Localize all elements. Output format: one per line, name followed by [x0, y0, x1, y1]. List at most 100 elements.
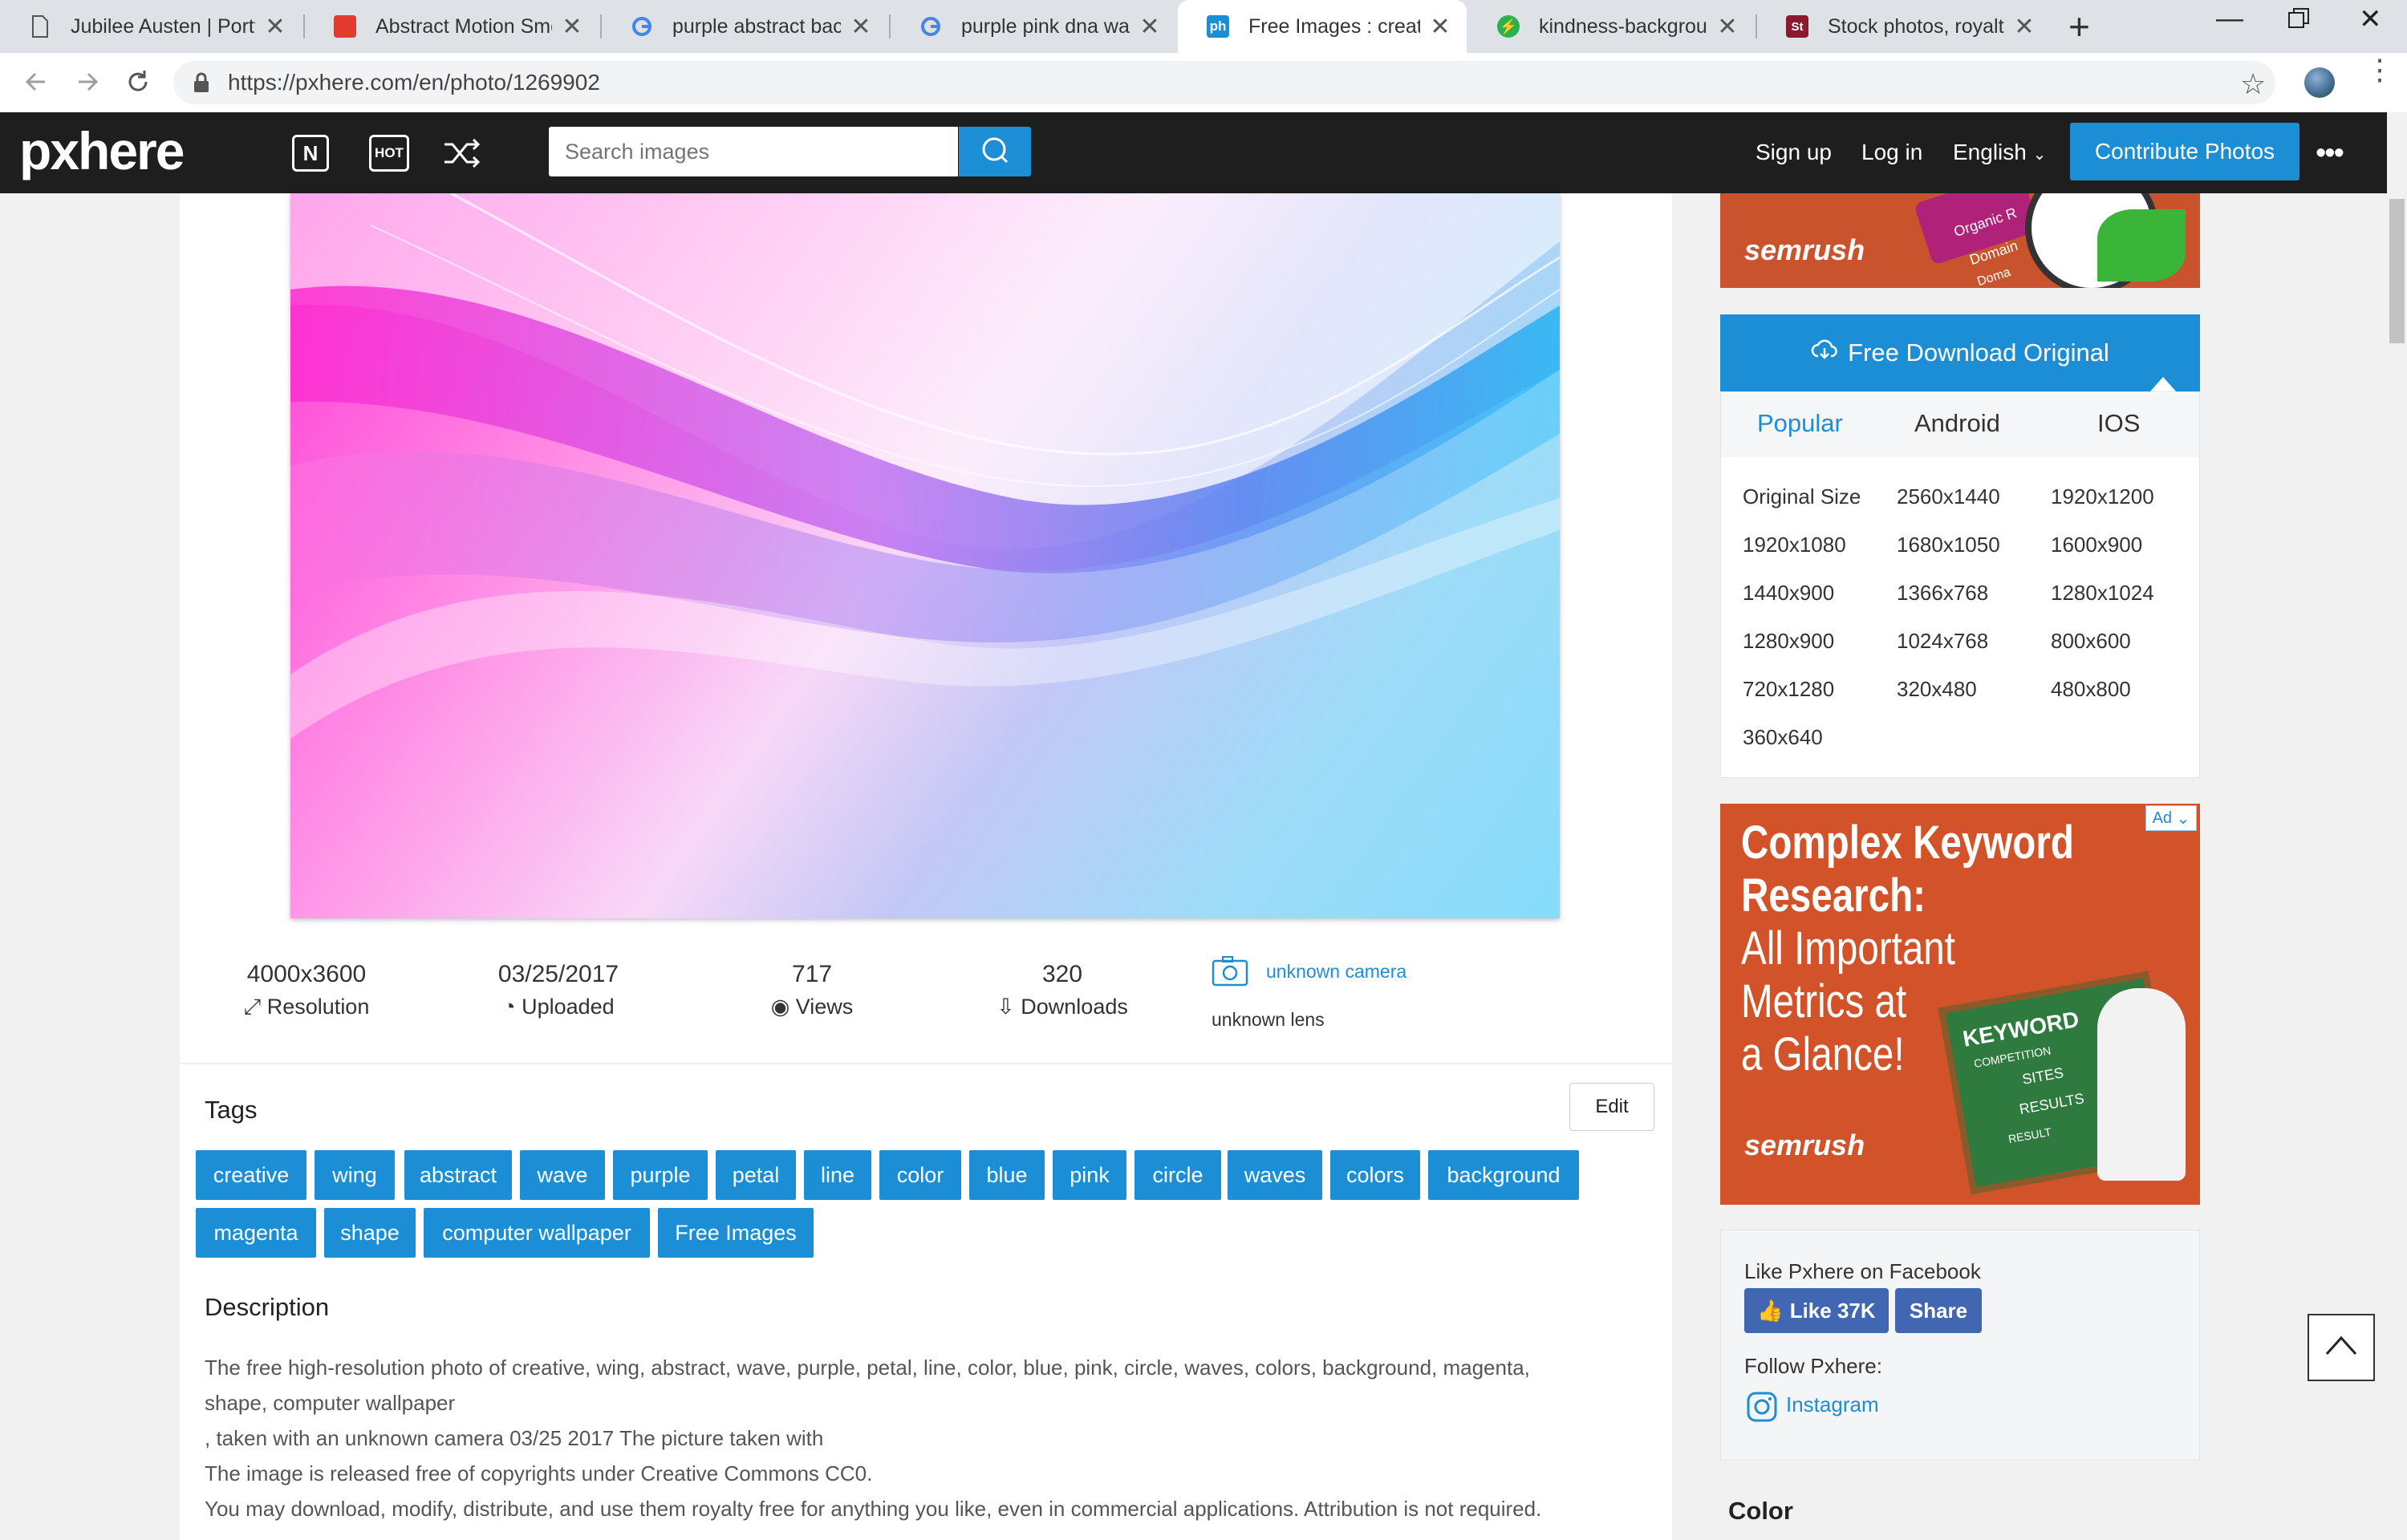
size-option[interactable]: 1920x1080	[1743, 533, 1846, 557]
scrollbar-thumb[interactable]	[2389, 199, 2405, 343]
reload-icon[interactable]	[124, 67, 152, 100]
close-icon[interactable]: ✕	[560, 13, 584, 41]
signup-link[interactable]: Sign up	[1756, 140, 1832, 165]
tab-title: purple pink dna wallp	[961, 14, 1130, 38]
close-icon[interactable]: ✕	[1138, 13, 1162, 41]
facebook-like-button[interactable]: 👍 Like 37K	[1744, 1288, 1889, 1333]
browser-tab[interactable]: St Stock photos, royalty- ✕	[1757, 0, 2051, 53]
camera-link[interactable]: unknown camera	[1266, 961, 1406, 983]
top-advertisement[interactable]: semrush Organic R Domain Doma	[1720, 193, 2200, 288]
tab-android[interactable]: Android	[1914, 409, 2000, 438]
tag-chip[interactable]: waves	[1228, 1150, 1322, 1200]
size-option[interactable]: 1280x1024	[2051, 581, 2154, 606]
browser-tab[interactable]: purple pink dna wallp ✕	[891, 0, 1176, 53]
tag-chip[interactable]: creative	[196, 1150, 306, 1200]
browser-tab[interactable]: Abstract Motion Smo ✕	[305, 0, 599, 53]
login-link[interactable]: Log in	[1861, 140, 1922, 165]
search-button[interactable]	[959, 127, 1031, 176]
tag-chip[interactable]: color	[879, 1150, 961, 1200]
downloads-label: Downloads	[1021, 995, 1128, 1019]
hot-photos-icon[interactable]: HOT	[369, 135, 409, 172]
browser-tab[interactable]: purple abstract backg ✕	[602, 0, 887, 53]
site-logo[interactable]: pxhere	[19, 120, 185, 181]
close-icon[interactable]: ✕	[1715, 13, 1739, 41]
keyword-research-advertisement[interactable]: Ad ⌄ Complex Keyword Research: All Impor…	[1720, 804, 2200, 1205]
minimize-icon[interactable]: —	[2216, 3, 2243, 34]
restore-icon[interactable]	[2287, 6, 2311, 38]
tag-chip[interactable]: background	[1428, 1150, 1579, 1200]
google-g-icon	[919, 15, 942, 38]
profile-avatar[interactable]	[2304, 67, 2335, 98]
size-option[interactable]: 1024x768	[1897, 629, 1988, 654]
facebook-share-button[interactable]: Share	[1895, 1288, 1982, 1333]
tag-chip[interactable]: blue	[969, 1150, 1045, 1200]
instagram-icon[interactable]	[1746, 1391, 1778, 1427]
shuffle-icon[interactable]	[443, 136, 481, 174]
stock-logo-icon: St	[1786, 15, 1808, 38]
close-icon[interactable]: ✕	[849, 13, 873, 41]
contribute-photos-button[interactable]: Contribute Photos	[2070, 123, 2299, 180]
tag-chip[interactable]: pink	[1053, 1150, 1126, 1200]
tag-chip[interactable]: line	[804, 1150, 871, 1200]
tag-chip[interactable]: colors	[1330, 1150, 1420, 1200]
professor-graphic	[2097, 988, 2186, 1181]
tag-chip[interactable]: wave	[520, 1150, 605, 1200]
tab-title: kindness-background	[1539, 14, 1707, 38]
browser-tab[interactable]: ⚡ kindness-background ✕	[1468, 0, 1754, 53]
back-to-top-button[interactable]	[2308, 1314, 2375, 1381]
browser-tab[interactable]: Jubilee Austen | Portfo ✕	[0, 0, 302, 53]
bookmark-star-icon[interactable]: ☆	[2240, 67, 2266, 101]
tag-chip[interactable]: circle	[1134, 1150, 1221, 1200]
ad-headline-line: Complex Keyword	[1741, 817, 2074, 869]
close-icon[interactable]: ✕	[1428, 13, 1452, 41]
size-option[interactable]: 720x1280	[1743, 677, 1834, 702]
language-select[interactable]: English ⌄	[1953, 140, 2046, 165]
size-option[interactable]: 480x800	[2051, 677, 2131, 702]
size-option[interactable]: 1366x768	[1897, 581, 1988, 606]
edit-tags-button[interactable]: Edit	[1569, 1083, 1654, 1131]
photo-preview[interactable]	[290, 193, 1560, 918]
free-download-button[interactable]: Free Download Original	[1720, 314, 2200, 391]
lock-icon[interactable]	[193, 72, 210, 97]
tab-ios[interactable]: IOS	[2097, 409, 2140, 438]
size-option[interactable]: 360x640	[1743, 725, 1823, 750]
size-option[interactable]: 1680x1050	[1897, 533, 2000, 557]
size-option[interactable]: 1280x900	[1743, 629, 1834, 654]
size-option[interactable]: Original Size	[1743, 484, 1861, 509]
chalkboard-text: SITES	[2020, 1064, 2065, 1088]
tag-chip[interactable]: wing	[315, 1150, 395, 1200]
views-label: Views	[795, 995, 854, 1019]
ad-headline-line: All Important	[1741, 922, 1955, 975]
tag-chip[interactable]: purple	[613, 1150, 708, 1200]
new-photos-icon[interactable]: N	[292, 135, 329, 172]
forward-icon[interactable]	[74, 67, 103, 100]
back-icon[interactable]	[21, 67, 50, 100]
size-option[interactable]: 800x600	[2051, 629, 2131, 654]
new-tab-icon[interactable]: +	[2068, 5, 2090, 48]
browser-menu-icon[interactable]: ⋮	[2365, 55, 2394, 84]
tag-chip[interactable]: petal	[716, 1150, 796, 1200]
size-option[interactable]: 1440x900	[1743, 581, 1834, 606]
search-input[interactable]	[549, 127, 958, 176]
expand-icon: ⤢	[243, 995, 262, 1019]
size-option[interactable]: 1920x1200	[2051, 484, 2154, 509]
tag-chip[interactable]: abstract	[404, 1150, 512, 1200]
size-option[interactable]: 2560x1440	[1897, 484, 2000, 509]
tag-chip[interactable]: magenta	[196, 1208, 316, 1258]
tab-title: Abstract Motion Smo	[375, 14, 552, 38]
size-option[interactable]: 1600x900	[2051, 533, 2142, 557]
url-text[interactable]: https://pxhere.com/en/photo/1269902	[228, 70, 600, 95]
close-icon[interactable]: ✕	[263, 13, 287, 41]
tag-chip[interactable]: shape	[324, 1208, 416, 1258]
close-icon[interactable]: ✕	[2012, 13, 2036, 41]
divider	[180, 1063, 1672, 1064]
instagram-link[interactable]: Instagram	[1786, 1392, 1879, 1417]
browser-tab-active[interactable]: ph Free Images : creative ✕	[1178, 0, 1467, 53]
more-options-icon[interactable]: •••	[2316, 136, 2344, 171]
size-option[interactable]: 320x480	[1897, 677, 1977, 702]
tag-chip[interactable]: Free Images	[658, 1208, 814, 1258]
tag-chip[interactable]: computer wallpaper	[424, 1208, 650, 1258]
description-line: The free high-resolution photo of creati…	[205, 1356, 1530, 1380]
close-window-icon[interactable]: ✕	[2359, 3, 2382, 35]
tab-popular[interactable]: Popular	[1757, 409, 1843, 438]
